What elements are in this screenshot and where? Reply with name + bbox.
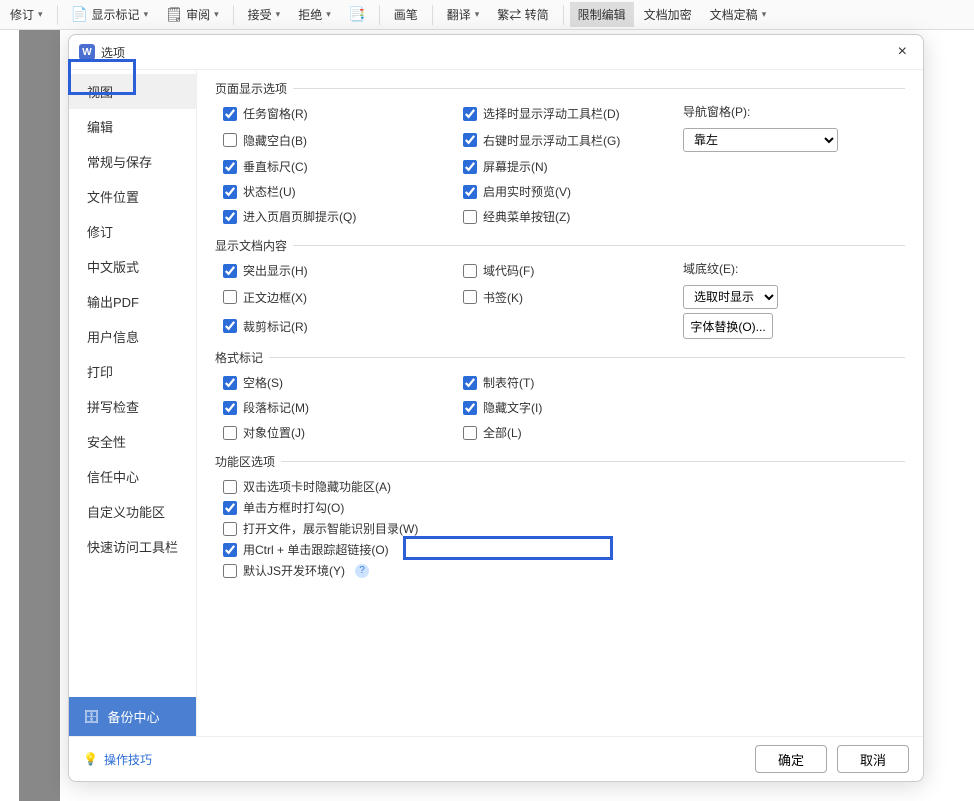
ribbon: 修订▾ 📄显示标记▾ 🗒审阅▾ 接受▾ 拒绝▾ 📑 画笔 翻译▾ 繁⇄ 转简 限… [0,0,974,30]
sidebar-item-view[interactable]: 视图 [69,74,196,109]
backup-icon: 🗄 [83,709,100,725]
field-shading-label: 域底纹(E): [683,260,863,277]
chk-open-smart-toc[interactable]: 打开文件，展示智能识别目录(W) [223,518,905,539]
sidebar: 视图 编辑 常规与保存 文件位置 修订 中文版式 输出PDF 用户信息 打印 拼… [69,70,197,736]
sidebar-item-print[interactable]: 打印 [69,354,196,389]
chk-rclick-float[interactable]: 右键时显示浮动工具栏(G) [463,128,673,152]
app-icon: W [79,44,95,60]
sidebar-item-quick-access[interactable]: 快速访问工具栏 [69,529,196,564]
chk-ctrl-click-link[interactable]: 用Ctrl + 单击跟踪超链接(O) [223,539,905,560]
chk-status-bar[interactable]: 状态栏(U) [223,181,453,202]
sidebar-item-edit[interactable]: 编辑 [69,109,196,144]
tips-link[interactable]: 💡 操作技巧 [83,751,152,768]
options-dialog: W 选项 × 视图 编辑 常规与保存 文件位置 修订 中文版式 输出PDF 用户… [68,34,924,782]
chk-spaces[interactable]: 空格(S) [223,372,453,393]
sidebar-item-trust-center[interactable]: 信任中心 [69,459,196,494]
chk-classic-menu[interactable]: 经典菜单按钮(Z) [463,206,673,227]
ribbon-pen[interactable]: 画笔 [386,2,426,27]
dialog-footer: 💡 操作技巧 确定 取消 [69,736,923,781]
chk-click-checkbox[interactable]: 单击方框时打勾(O) [223,497,905,518]
field-shading-select[interactable]: 选取时显示 [683,285,778,309]
ribbon-reject[interactable]: 拒绝▾ [290,2,339,27]
help-icon[interactable]: ? [355,564,369,578]
backup-center-button[interactable]: 🗄 备份中心 [69,697,196,736]
content-area: 页面显示选项 任务窗格(R) 选择时显示浮动工具栏(D) 导航窗格(P): 隐藏… [197,70,923,736]
ribbon-translate[interactable]: 翻译▾ [439,2,488,27]
ribbon-review[interactable]: 🗒审阅▾ [158,2,227,27]
chk-hidden-text[interactable]: 隐藏文字(I) [463,397,673,418]
chk-tabs[interactable]: 制表符(T) [463,372,673,393]
chk-vertical-ruler[interactable]: 垂直标尺(C) [223,156,453,177]
chk-live-preview[interactable]: 启用实时预览(V) [463,181,673,202]
chk-default-js-env[interactable]: 默认JS开发环境(Y)? [223,560,905,581]
chk-enter-header[interactable]: 进入页眉页脚提示(Q) [223,206,453,227]
ribbon-accept[interactable]: 接受▾ [240,2,289,27]
show-marks-icon: 📄 [72,7,88,23]
backup-label: 备份中心 [108,707,160,726]
chk-dblclick-hide[interactable]: 双击选项卡时隐藏功能区(A) [223,476,905,497]
ribbon-compare-icon[interactable]: 📑 [341,3,373,27]
bulb-icon: 💡 [83,752,98,766]
ribbon-trad-conv[interactable]: 繁⇄ 转简 [489,2,556,27]
chk-bookmarks[interactable]: 书签(K) [463,285,673,309]
dialog-titlebar: W 选项 × [69,35,923,70]
sidebar-item-file-location[interactable]: 文件位置 [69,179,196,214]
ribbon-doc-draft[interactable]: 文档定稿▾ [702,2,775,27]
chk-obj-pos[interactable]: 对象位置(J) [223,422,453,443]
sidebar-item-revision[interactable]: 修订 [69,214,196,249]
section-format-marks-title: 格式标记 [215,349,263,366]
nav-pane-label: 导航窗格(P): [683,103,863,120]
dialog-title: 选项 [101,44,125,61]
chk-task-pane[interactable]: 任务窗格(R) [223,103,453,124]
sidebar-item-spellcheck[interactable]: 拼写检查 [69,389,196,424]
chk-hide-blank[interactable]: 隐藏空白(B) [223,128,453,152]
font-substitution-button[interactable]: 字体替换(O)... [683,313,773,339]
ribbon-revision[interactable]: 修订▾ [2,2,51,27]
chk-field-codes[interactable]: 域代码(F) [463,260,673,281]
review-icon: 🗒 [166,7,182,23]
sidebar-item-security[interactable]: 安全性 [69,424,196,459]
ribbon-doc-encrypt[interactable]: 文档加密 [636,2,700,27]
section-ribbon-opts-title: 功能区选项 [215,453,275,470]
sidebar-item-custom-ribbon[interactable]: 自定义功能区 [69,494,196,529]
ok-button[interactable]: 确定 [755,745,827,773]
chk-all[interactable]: 全部(L) [463,422,673,443]
chk-text-border[interactable]: 正文边框(X) [223,285,453,309]
chk-crop-marks[interactable]: 裁剪标记(R) [223,313,453,339]
section-page-display-title: 页面显示选项 [215,80,287,97]
sidebar-item-chinese-layout[interactable]: 中文版式 [69,249,196,284]
close-icon[interactable]: × [892,41,913,63]
chk-para-marks[interactable]: 段落标记(M) [223,397,453,418]
chk-highlight[interactable]: 突出显示(H) [223,260,453,281]
sidebar-item-output-pdf[interactable]: 输出PDF [69,284,196,319]
section-doc-content-title: 显示文档内容 [215,237,287,254]
chk-select-float[interactable]: 选择时显示浮动工具栏(D) [463,103,673,124]
cancel-button[interactable]: 取消 [837,745,909,773]
nav-pane-select[interactable]: 靠左 [683,128,838,152]
ribbon-show-marks[interactable]: 📄显示标记▾ [64,2,157,27]
ribbon-restrict-edit[interactable]: 限制编辑 [570,2,634,27]
chk-screen-tips[interactable]: 屏幕提示(N) [463,156,673,177]
sidebar-item-user-info[interactable]: 用户信息 [69,319,196,354]
sidebar-item-general-save[interactable]: 常规与保存 [69,144,196,179]
compare-icon: 📑 [349,7,365,23]
